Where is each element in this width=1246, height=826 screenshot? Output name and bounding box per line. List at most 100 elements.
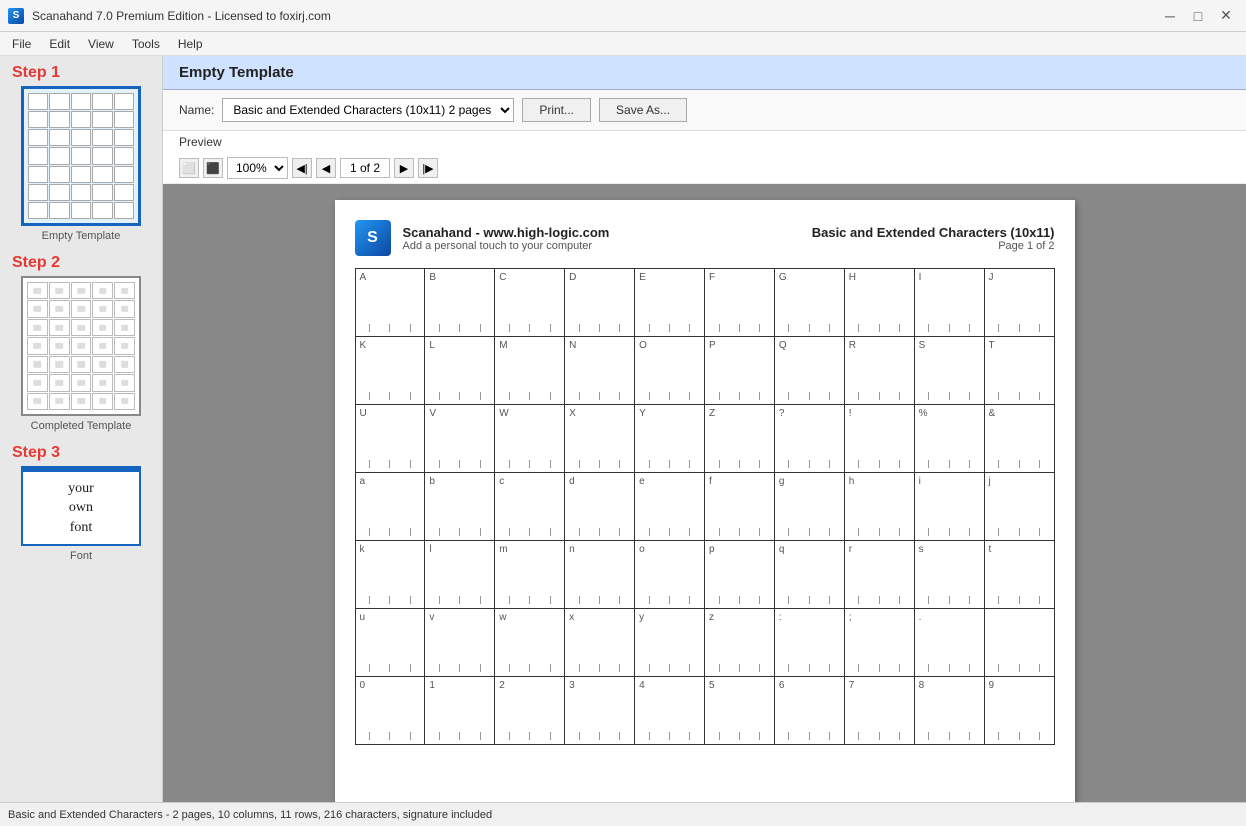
status-bar: Basic and Extended Characters - 2 pages,… [0,802,1246,826]
sidebar-item-step3[interactable]: Step 3 yourownfont Font [4,444,158,562]
thumb-cell [27,393,48,410]
zoom-select[interactable]: 100% 75% 50% 150% [227,157,288,179]
char-cell: d [565,473,635,541]
nav-copy-icon[interactable]: ⬜ [179,158,199,178]
menu-bar: File Edit View Tools Help [0,32,1246,56]
thumb-cell [92,129,112,146]
nav-last-button[interactable]: |▶ [418,158,438,178]
thumb-cell [92,184,112,201]
nav-paste-icon[interactable]: ⬛ [203,158,223,178]
step1-thumbnail [21,86,141,226]
thumb-cell [114,93,134,110]
char-cell: & [984,405,1054,473]
thumb-cell [49,129,69,146]
char-cell: m [495,541,565,609]
thumb-cell [71,300,92,317]
thumb-cell [49,356,70,373]
step3-thumbnail: yourownfont [21,466,141,546]
save-as-button[interactable]: Save As... [599,98,687,122]
title-bar: S Scanahand 7.0 Premium Edition - Licens… [0,0,1246,32]
preview-area[interactable]: S Scanahand - www.high-logic.com Add a p… [163,184,1246,802]
thumb-cell [27,282,48,299]
page-header-sub: Add a personal touch to your computer [403,240,800,252]
char-cell: f [704,473,774,541]
menu-edit[interactable]: Edit [41,35,78,53]
char-cell: w [495,609,565,677]
thumb-cell [92,202,112,219]
thumb-cell [28,93,48,110]
thumb-cell [49,300,70,317]
thumb-cell [28,202,48,219]
char-cell: v [425,609,495,677]
thumb-cell [92,166,112,183]
char-cell: Z [704,405,774,473]
step1-label: Step 1 [12,64,60,82]
char-cell: K [355,337,425,405]
thumb-cell [71,166,91,183]
char-cell: k [355,541,425,609]
menu-help[interactable]: Help [170,35,211,53]
nav-next-button[interactable]: ▶ [394,158,414,178]
char-cell: 4 [635,677,705,745]
thumb-cell [92,93,112,110]
title-bar-controls: ─ □ ✕ [1158,6,1238,26]
char-cell: g [774,473,844,541]
char-cell: 0 [355,677,425,745]
char-cell: : [774,609,844,677]
thumb-cell [28,184,48,201]
menu-view[interactable]: View [80,35,122,53]
thumb-cell [49,93,69,110]
char-cell: 6 [774,677,844,745]
char-cell [984,609,1054,677]
thumb-cell [114,202,134,219]
thumb-cell [71,319,92,336]
sidebar-item-step1[interactable]: Step 1 [4,64,158,242]
maximize-button[interactable]: □ [1186,6,1210,26]
preview-text: Preview [179,135,222,149]
char-cell: y [635,609,705,677]
char-cell: 8 [914,677,984,745]
thumb-cell [49,111,69,128]
char-cell: N [565,337,635,405]
name-label: Name: [179,103,214,117]
menu-tools[interactable]: Tools [124,35,168,53]
char-cell: ; [844,609,914,677]
step3-text: yourownfont [68,479,94,538]
nav-prev-button[interactable]: ◀ [316,158,336,178]
page-header-text: Scanahand - www.high-logic.com Add a per… [403,225,800,252]
menu-file[interactable]: File [4,35,39,53]
char-cell: W [495,405,565,473]
thumb-cell [71,393,92,410]
character-grid: ABCDEFGHIJKLMNOPQRSTUVWXYZ?!%&abcdefghij… [355,268,1055,745]
thumb-cell [92,300,113,317]
char-cell: O [635,337,705,405]
char-cell: M [495,337,565,405]
thumb-cell [27,337,48,354]
page-header-right-sub: Page 1 of 2 [812,240,1055,252]
close-button[interactable]: ✕ [1214,6,1238,26]
print-button[interactable]: Print... [522,98,591,122]
main-layout: Step 1 [0,56,1246,802]
step2-thumbnail [21,276,141,416]
title-bar-text: Scanahand 7.0 Premium Edition - Licensed… [32,9,331,23]
sidebar-item-step2[interactable]: Step 2 [4,254,158,432]
page-info: 1 of 2 [340,158,390,178]
char-cell: b [425,473,495,541]
preview-label: Preview [163,131,1246,153]
char-cell: o [635,541,705,609]
thumb-cell [49,337,70,354]
thumb-cell [114,129,134,146]
template-page: S Scanahand - www.high-logic.com Add a p… [335,200,1075,802]
thumb-cell [114,337,135,354]
char-cell: l [425,541,495,609]
thumb-cell [49,282,70,299]
char-cell: F [704,269,774,337]
name-select[interactable]: Basic and Extended Characters (10x11) 2 … [222,98,514,122]
page-nav: ⬜ ⬛ 100% 75% 50% 150% ◀| ◀ 1 of 2 ▶ |▶ [163,153,1246,184]
char-cell: X [565,405,635,473]
nav-first-button[interactable]: ◀| [292,158,312,178]
char-cell: B [425,269,495,337]
thumb-cell [71,374,92,391]
minimize-button[interactable]: ─ [1158,6,1182,26]
thumb-cell [92,282,113,299]
